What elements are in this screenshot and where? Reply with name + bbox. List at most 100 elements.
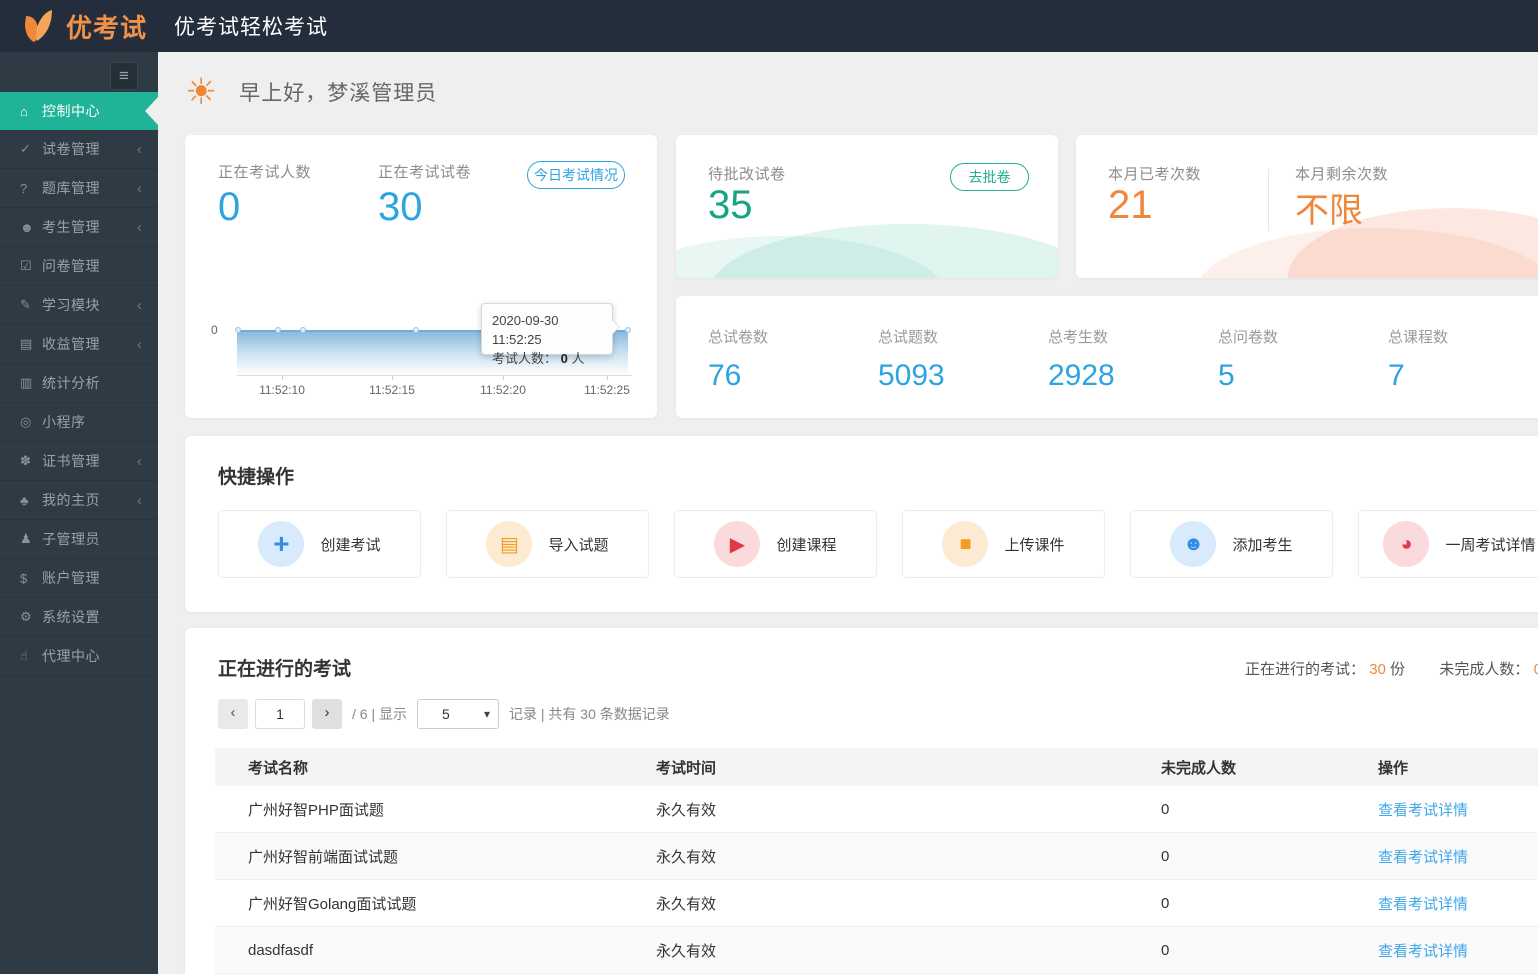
examinee-icon: ☻ [20, 219, 34, 235]
sidebar-item-statistics[interactable]: ▥ 统计分析 [0, 364, 158, 403]
sun-icon: ☀ [185, 71, 218, 112]
chart-point [413, 327, 419, 333]
my-homepage-icon: ♣ [20, 492, 29, 508]
papers-examing-value: 30 [378, 185, 423, 229]
monthly-quota-card: 本月已考次数 21 本月剩余次数 不限 [1076, 135, 1538, 278]
chart-x-axis: 11:52:10 11:52:15 11:52:20 11:52:25 [237, 375, 632, 399]
x-tick-label: 11:52:20 [480, 383, 526, 397]
dollar-icon: $ [20, 570, 28, 586]
app-title: 优考试轻松考试 [174, 16, 328, 39]
sidebar-item-questionnaire[interactable]: ☑ 问卷管理 [0, 247, 158, 286]
chart-y-tick: 0 [211, 323, 218, 337]
tooltip-datetime: 2020-09-30 11:52:25 [492, 313, 559, 347]
tooltip-label: 考试人数： [492, 351, 558, 366]
sidebar-item-control-center[interactable]: ⌂ 控制中心 [0, 92, 158, 130]
sidebar-menu: ⌂ 控制中心 ✓ 试卷管理 ‹ ? 题库管理 ‹ ☻ 考生管理 ‹ ☑ 问卷管理… [0, 92, 158, 676]
document-icon: ▤ [486, 521, 533, 567]
month-used-label: 本月已考次数 [1108, 166, 1202, 183]
chart-point [275, 327, 281, 333]
chevron-collapsed-icon: ‹ [137, 140, 142, 158]
sidebar-item-settings[interactable]: ⚙ 系统设置 [0, 598, 158, 637]
unfinished-number: 0 [1161, 941, 1170, 959]
ongoing-exams-card: 正在进行的考试 正在进行的考试： 30 份 未完成人数： 0 ‹ › / 6 |… [185, 628, 1538, 974]
chevron-collapsed-icon: ‹ [137, 335, 142, 353]
weekly-exam-detail-button[interactable]: ◕ 一周考试详情 [1358, 510, 1538, 578]
create-course-button[interactable]: ▶ 创建课程 [674, 510, 877, 578]
logo-text: 优考试 [66, 12, 148, 43]
active-notch [145, 97, 158, 125]
sidebar-item-learning[interactable]: ✎ 学习模块 ‹ [0, 286, 158, 325]
chart-point [235, 327, 241, 333]
view-exam-detail-link[interactable]: 查看考试详情 [1378, 846, 1538, 867]
exam-name: 广州好智PHP面试题 [248, 801, 384, 819]
total-courses: 总课程数 7 [1388, 329, 1449, 392]
sidebar-item-sub-admin[interactable]: ♟ 子管理员 [0, 520, 158, 559]
certificate-icon: ✽ [20, 453, 31, 468]
next-page-button[interactable]: › [312, 699, 342, 729]
ongoing-summary: 正在进行的考试： 30 份 未完成人数： 0 [1245, 658, 1538, 679]
view-exam-detail-link[interactable]: 查看考试详情 [1378, 799, 1538, 820]
sidebar-item-agent-center[interactable]: ☝ 代理中心 [0, 637, 158, 676]
unfinished-count: 0 [1533, 661, 1538, 678]
learning-module-icon: ✎ [20, 297, 31, 312]
live-exam-card: 正在考试人数 0 正在考试试卷 30 今日考试情况 0 11:52:10 11:… [185, 135, 657, 418]
create-exam-button[interactable]: + 创建考试 [218, 510, 421, 578]
chevron-collapsed-icon: ‹ [137, 491, 142, 509]
table-row: 广州好智PHP面试题 永久有效 0 查看考试详情 [215, 786, 1538, 833]
people-examing-value: 0 [218, 185, 241, 229]
question-bank-icon: ? [20, 180, 28, 196]
total-papers: 总试卷数 76 [708, 329, 769, 392]
chevron-collapsed-icon: ‹ [137, 296, 142, 314]
sidebar-item-account[interactable]: $ 账户管理 [0, 559, 158, 598]
month-used-value: 21 [1108, 183, 1153, 227]
today-exam-status-button[interactable]: 今日考试情况 [527, 161, 625, 189]
sidebar-item-my-homepage[interactable]: ♣ 我的主页 ‹ [0, 481, 158, 520]
presentation-icon: ▶ [714, 521, 761, 567]
sidebar-item-question-bank[interactable]: ? 题库管理 ‹ [0, 169, 158, 208]
month-remaining-label: 本月剩余次数 [1295, 166, 1389, 183]
chart-point [625, 327, 631, 333]
exam-time: 永久有效 [656, 942, 717, 960]
page-size-select[interactable]: 5 ▾ [416, 699, 499, 729]
quick-actions-row: + 创建考试 ▤ 导入试题 ▶ 创建课程 ■ 上传课件 ☻ 添加考生 ◕ 一周考… [218, 510, 1538, 578]
total-questions: 总试题数 5093 [878, 329, 945, 392]
exam-name: 广州好智前端面试试题 [248, 848, 399, 866]
page-number-input[interactable] [255, 699, 305, 729]
divider [1268, 169, 1269, 231]
quick-actions-card: 快捷操作 + 创建考试 ▤ 导入试题 ▶ 创建课程 ■ 上传课件 ☻ 添加考生 [185, 436, 1538, 612]
pie-chart-icon: ◕ [1383, 521, 1430, 567]
chevron-down-icon: ▾ [483, 707, 490, 721]
chart-tooltip: 2020-09-30 11:52:25 考试人数： 0 人 [481, 303, 619, 366]
records-info: 记录 | 共有 30 条数据记录 [508, 706, 670, 722]
pending-grading-label: 待批改试卷 [708, 166, 786, 183]
view-exam-detail-link[interactable]: 查看考试详情 [1378, 893, 1538, 914]
prev-page-button[interactable]: ‹ [218, 699, 248, 729]
go-grade-button[interactable]: 去批卷 [950, 163, 1029, 191]
upload-courseware-button[interactable]: ■ 上传课件 [902, 510, 1105, 578]
x-tick-label: 11:52:15 [369, 383, 415, 397]
person-icon: ☻ [1170, 521, 1217, 567]
sidebar-item-revenue[interactable]: ▤ 收益管理 ‹ [0, 325, 158, 364]
sidebar-item-mini-program[interactable]: ◎ 小程序 [0, 403, 158, 442]
ongoing-exams-table: 考试名称 考试时间 未完成人数 操作 广州好智PHP面试题 永久有效 0 查看考… [215, 748, 1538, 974]
view-exam-detail-link[interactable]: 查看考试详情 [1378, 940, 1538, 961]
papers-examing-label: 正在考试试卷 [378, 164, 472, 181]
sidebar-item-exam-paper[interactable]: ✓ 试卷管理 ‹ [0, 130, 158, 169]
app-logo: 优考试 [0, 8, 158, 45]
unfinished-number: 0 [1161, 894, 1170, 912]
thumbs-up-icon: ☝ [20, 648, 28, 663]
chevron-collapsed-icon: ‹ [137, 452, 142, 470]
tooltip-value: 0 [560, 351, 568, 366]
sidebar-collapse-button[interactable]: ≡ [110, 62, 138, 90]
statistics-icon: ▥ [20, 375, 33, 390]
sidebar-item-examinee[interactable]: ☻ 考生管理 ‹ [0, 208, 158, 247]
tooltip-arrow [612, 320, 619, 334]
top-bar: 优考试 优考试轻松考试 [0, 0, 1538, 52]
total-examinees: 总考生数 2928 [1048, 329, 1115, 392]
questionnaire-icon: ☑ [20, 258, 32, 273]
sidebar-item-certificate[interactable]: ✽ 证书管理 ‹ [0, 442, 158, 481]
plus-icon: + [258, 521, 305, 567]
add-examinee-button[interactable]: ☻ 添加考生 [1130, 510, 1333, 578]
table-row: 广州好智前端面试试题 永久有效 0 查看考试详情 [215, 833, 1538, 880]
import-questions-button[interactable]: ▤ 导入试题 [446, 510, 649, 578]
